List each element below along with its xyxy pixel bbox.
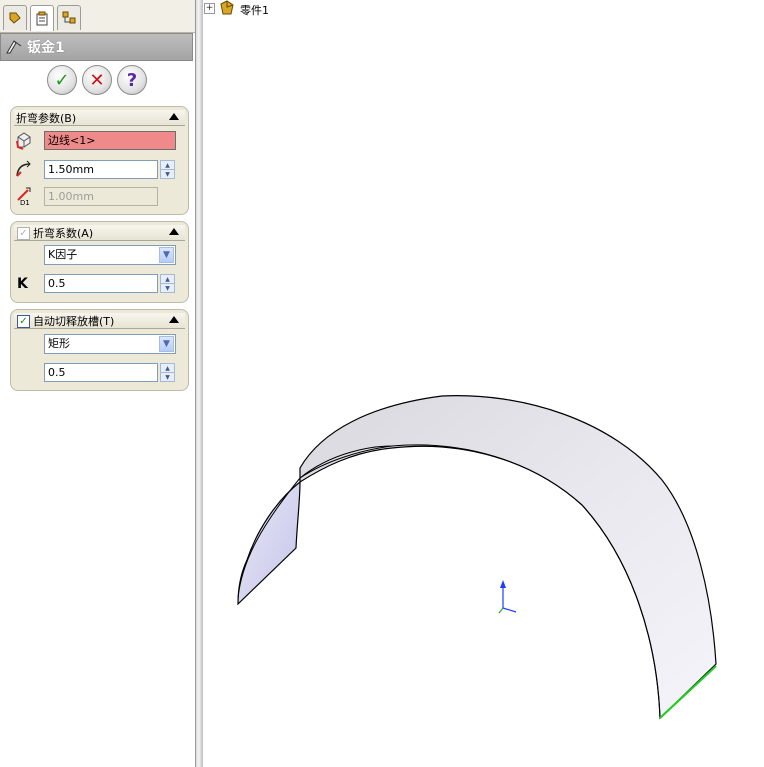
group-header[interactable]: ✓ 折弯系数(A) bbox=[14, 225, 185, 241]
bend-allowance-type-select[interactable]: K因子 ▼ bbox=[44, 245, 176, 265]
manager-tab-bar bbox=[0, 0, 195, 33]
bend-allowance-group: ✓ 折弯系数(A) K因子 ▼ K 0.5 ▲ ▼ bbox=[10, 221, 189, 303]
group-title: 折弯系数(A) bbox=[33, 227, 94, 240]
auto-relief-checkbox[interactable]: ✓ bbox=[17, 315, 30, 328]
tab-property-manager[interactable] bbox=[30, 5, 54, 31]
bend-parameters-group: 折弯参数(B) 边线<1> 1.50mm ▲ ▼ D1 1.00mm bbox=[10, 106, 189, 215]
spin-down-icon[interactable]: ▼ bbox=[160, 169, 175, 179]
spin-down-icon[interactable]: ▼ bbox=[160, 372, 175, 382]
outer-surface bbox=[299, 395, 717, 720]
group-header[interactable]: ✓ 自动切释放槽(T) bbox=[14, 313, 185, 329]
property-manager-icon bbox=[36, 11, 48, 25]
auto-relief-group: ✓ 自动切释放槽(T) 矩形 ▼ 0.5 ▲ ▼ bbox=[10, 309, 189, 391]
relief-ratio-spinner[interactable]: ▲ ▼ bbox=[160, 363, 175, 382]
checkmark-icon: ✓ bbox=[54, 69, 70, 91]
edge-select-icon bbox=[16, 132, 31, 150]
chevron-down-icon[interactable]: ▼ bbox=[159, 336, 174, 352]
group-title: 自动切释放槽(T) bbox=[33, 315, 115, 328]
tab-configuration-manager[interactable] bbox=[57, 5, 81, 30]
configuration-icon bbox=[62, 11, 76, 24]
group-title: 折弯参数(B) bbox=[16, 112, 77, 125]
collapse-arrow-icon[interactable] bbox=[169, 113, 179, 120]
feature-tree-icon bbox=[9, 12, 21, 24]
ok-button[interactable]: ✓ bbox=[47, 65, 77, 95]
spin-down-icon[interactable]: ▼ bbox=[160, 283, 175, 293]
bend-radius-icon bbox=[16, 160, 31, 177]
bend-radius-input[interactable]: 1.50mm bbox=[44, 160, 158, 179]
edge-selection-field[interactable]: 边线<1> bbox=[44, 131, 176, 150]
help-button[interactable]: ? bbox=[117, 65, 147, 95]
k-factor-label: K bbox=[17, 276, 28, 292]
sheet-metal-part[interactable] bbox=[237, 395, 717, 720]
svg-text:D1: D1 bbox=[20, 199, 30, 206]
close-icon: ✕ bbox=[89, 69, 105, 91]
feature-title-bar: 钣金1 bbox=[0, 33, 193, 61]
thickness-icon: D1 bbox=[17, 187, 31, 206]
k-factor-spinner[interactable]: ▲ ▼ bbox=[160, 274, 175, 293]
thickness-input: 1.00mm bbox=[44, 187, 158, 206]
page-title: 钣金1 bbox=[27, 40, 65, 56]
group-header[interactable]: 折弯参数(B) bbox=[14, 110, 185, 126]
relief-ratio-input[interactable]: 0.5 bbox=[44, 363, 158, 382]
collapse-arrow-icon[interactable] bbox=[169, 228, 179, 235]
action-buttons: ✓ ✕ ? bbox=[0, 63, 195, 97]
inner-surface bbox=[237, 480, 301, 606]
sheet-metal-icon bbox=[6, 40, 22, 54]
graphics-viewport[interactable] bbox=[202, 0, 764, 767]
relief-type-select[interactable]: 矩形 ▼ bbox=[44, 334, 176, 354]
bend-allowance-checkbox: ✓ bbox=[17, 227, 30, 240]
chevron-down-icon[interactable]: ▼ bbox=[159, 247, 174, 263]
bend-radius-spinner[interactable]: ▲ ▼ bbox=[160, 160, 175, 179]
coordinate-triad-icon bbox=[498, 580, 517, 614]
cancel-button[interactable]: ✕ bbox=[82, 65, 112, 95]
k-factor-input[interactable]: 0.5 bbox=[44, 274, 158, 293]
select-value: K因子 bbox=[48, 248, 78, 261]
property-manager: 钣金1 ✓ ✕ ? 折弯参数(B) 边线<1> 1.50mm ▲ ▼ D1 1.… bbox=[0, 0, 195, 767]
collapse-arrow-icon[interactable] bbox=[169, 316, 179, 323]
tab-feature-manager[interactable] bbox=[3, 5, 27, 30]
help-icon: ? bbox=[126, 69, 138, 91]
select-value: 矩形 bbox=[48, 337, 70, 350]
